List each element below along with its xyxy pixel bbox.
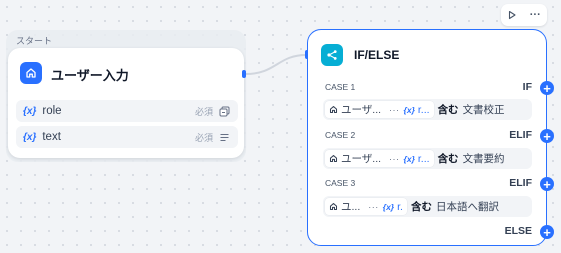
ellipsis: ··· [368, 201, 379, 212]
source-node-name: ユーザ... [341, 104, 382, 116]
source-node-name: ユーザ... [341, 153, 382, 165]
case-3-keyword: ELIF [509, 177, 532, 189]
case-1-condition[interactable]: ユーザ... ··· {x} r... 含む 文書校正 [323, 99, 532, 120]
condition-value[interactable]: 文書校正 [463, 102, 505, 117]
case-1-keyword: IF [522, 81, 532, 93]
more-horizontal-icon[interactable]: ··· [530, 9, 541, 21]
home-icon [20, 62, 42, 84]
ellipsis: ··· [389, 153, 400, 164]
case-2-label: CASE 2 [325, 130, 356, 140]
required-label: 必須 [194, 132, 213, 143]
case-3-label: CASE 3 [325, 178, 356, 188]
home-icon [329, 105, 338, 114]
condition-operator[interactable]: 含む [438, 102, 459, 117]
condition-variable-chip[interactable]: ユ... ··· {x} r. [325, 198, 407, 215]
start-output-handle[interactable] [242, 70, 246, 78]
else-keyword: ELSE [504, 225, 532, 237]
source-node-name: ユ... [341, 201, 361, 213]
start-node[interactable]: ユーザー入力 {x} role 必須 {x} text 必須 [8, 48, 244, 158]
variable-name: r... [417, 103, 430, 116]
node-title: ユーザー入力 [51, 68, 129, 83]
case-3-add-handle[interactable]: + [540, 177, 554, 191]
variable-icon: {x} [403, 153, 415, 164]
node-toolbar: ··· [501, 4, 547, 26]
case-2-condition[interactable]: ユーザ... ··· {x} r... 含む 文書要約 [323, 148, 532, 169]
variable-icon: {x} [23, 105, 37, 117]
case-2-keyword: ELIF [509, 129, 532, 141]
variable-name: role [42, 105, 62, 117]
home-icon [329, 154, 338, 163]
else-add-handle[interactable]: + [540, 225, 554, 239]
variable-name: text [42, 131, 61, 143]
node-title: IF/ELSE [354, 48, 400, 62]
variable-row-text[interactable]: {x} text 必須 [16, 126, 238, 148]
condition-variable-chip[interactable]: ユーザ... ··· {x} r... [325, 150, 434, 167]
paragraph-icon [219, 132, 230, 143]
variable-name: r. [397, 200, 403, 213]
group-label: スタート [16, 36, 53, 46]
home-icon [329, 202, 338, 211]
required-label: 必須 [194, 106, 213, 117]
condition-value[interactable]: 日本語へ翻訳 [436, 199, 499, 214]
ifelse-node[interactable]: IF/ELSE CASE 1 IF ユーザ... ··· {x} r... 含む… [307, 29, 554, 246]
play-icon[interactable] [507, 10, 517, 20]
case-3-condition[interactable]: ユ... ··· {x} r. 含む 日本語へ翻訳 [323, 196, 532, 217]
case-2-add-handle[interactable]: + [540, 129, 554, 143]
select-list-icon [219, 106, 230, 117]
variable-name: r... [417, 152, 430, 165]
ellipsis: ··· [389, 104, 400, 115]
condition-operator[interactable]: 含む [438, 151, 459, 166]
condition-variable-chip[interactable]: ユーザ... ··· {x} r... [325, 101, 434, 118]
condition-operator[interactable]: 含む [411, 199, 432, 214]
variable-icon: {x} [23, 131, 37, 143]
variable-icon: {x} [382, 201, 395, 212]
variable-row-role[interactable]: {x} role 必須 [16, 100, 238, 122]
case-1-add-handle[interactable]: + [540, 81, 554, 95]
variable-icon: {x} [403, 104, 415, 115]
branch-icon [321, 44, 343, 66]
case-1-label: CASE 1 [325, 82, 356, 92]
condition-value[interactable]: 文書要約 [463, 151, 505, 166]
